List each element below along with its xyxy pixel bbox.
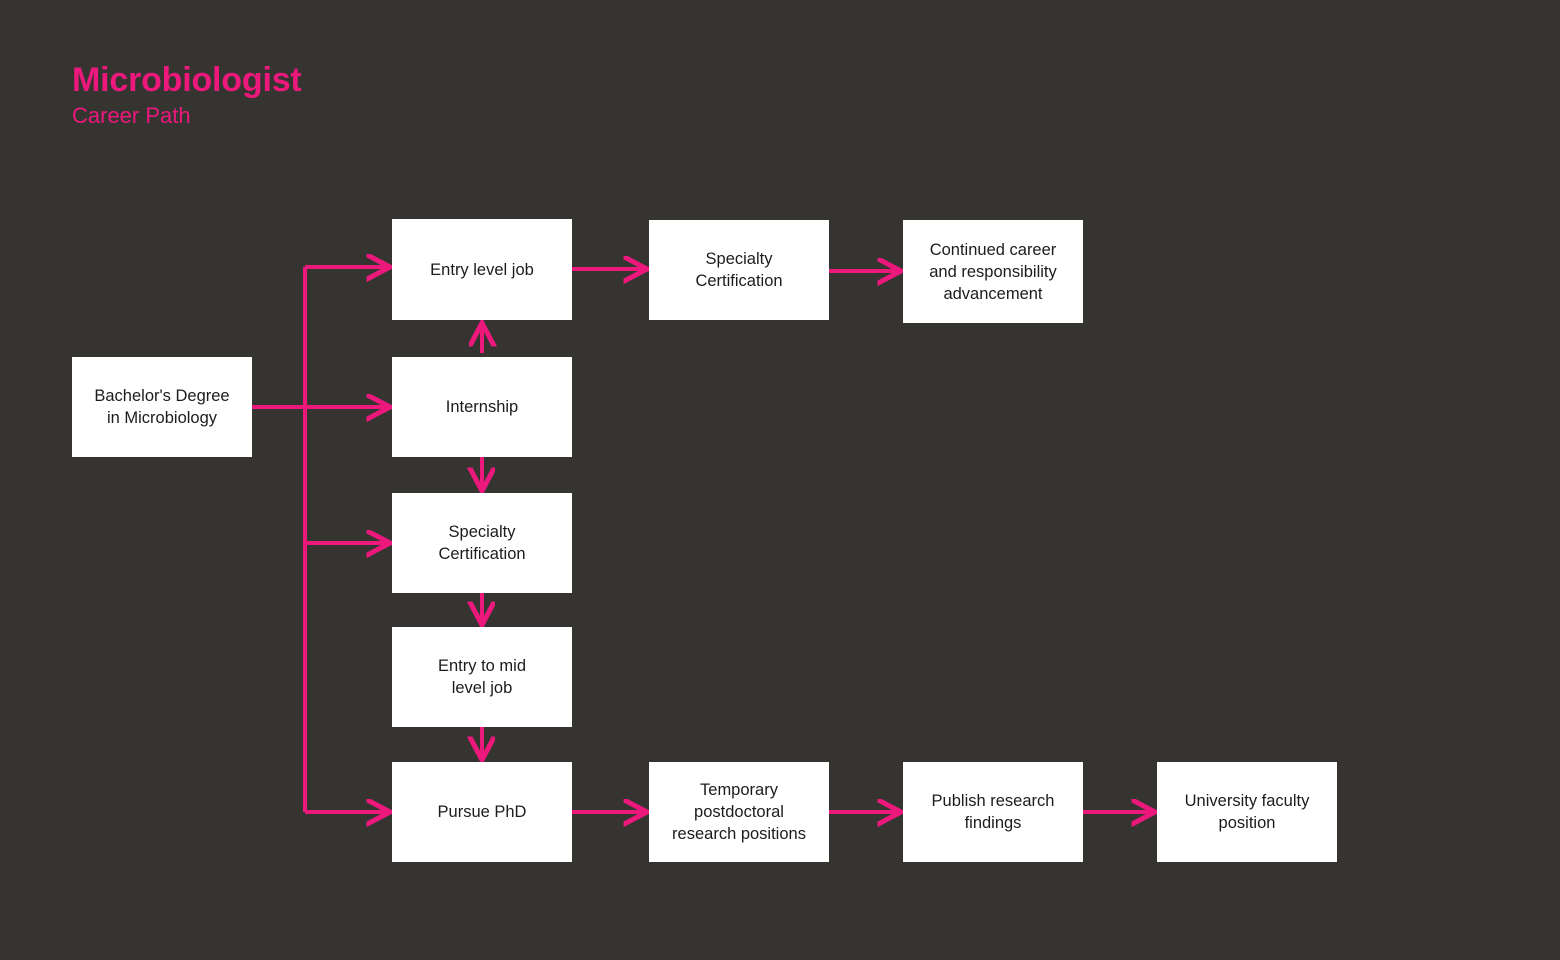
node-entry-to-mid-level-job[interactable]: Entry to mid level job: [392, 627, 572, 727]
node-label: Temporary postdoctoral research position…: [672, 781, 806, 843]
node-specialty-certification-left[interactable]: Specialty Certification: [392, 493, 572, 593]
node-label: Entry to mid level job: [437, 657, 527, 697]
node-bachelors-degree[interactable]: Bachelor's Degree in Microbiology: [72, 357, 252, 457]
node-label: Continued career and responsibility adva…: [929, 240, 1057, 303]
node-university-faculty-position[interactable]: University faculty position: [1157, 762, 1337, 862]
node-continued-career-advancement[interactable]: Continued career and responsibility adva…: [903, 220, 1083, 323]
node-pursue-phd[interactable]: Pursue PhD: [392, 762, 572, 862]
page-subtitle: Career Path: [72, 103, 191, 128]
node-label: Bachelor's Degree in Microbiology: [94, 387, 230, 427]
diagram-canvas: Microbiologist Career Path Bachelor's De…: [0, 0, 1560, 960]
node-label: Entry level job: [430, 260, 534, 279]
node-internship[interactable]: Internship: [392, 357, 572, 457]
node-specialty-certification-top[interactable]: Specialty Certification: [649, 220, 829, 320]
node-label: Publish research findings: [931, 792, 1055, 832]
node-label: Specialty Certification: [695, 250, 783, 290]
node-label: University faculty position: [1184, 792, 1310, 832]
node-entry-level-job[interactable]: Entry level job: [392, 219, 572, 320]
node-publish-research-findings[interactable]: Publish research findings: [903, 762, 1083, 862]
node-label: Internship: [445, 398, 519, 416]
title-block: Microbiologist Career Path: [72, 60, 302, 130]
page-title: Microbiologist: [72, 61, 302, 99]
node-label: Pursue PhD: [437, 803, 527, 821]
node-temporary-postdoctoral-research-positions[interactable]: Temporary postdoctoral research position…: [649, 762, 829, 862]
node-label: Specialty Certification: [438, 523, 526, 563]
